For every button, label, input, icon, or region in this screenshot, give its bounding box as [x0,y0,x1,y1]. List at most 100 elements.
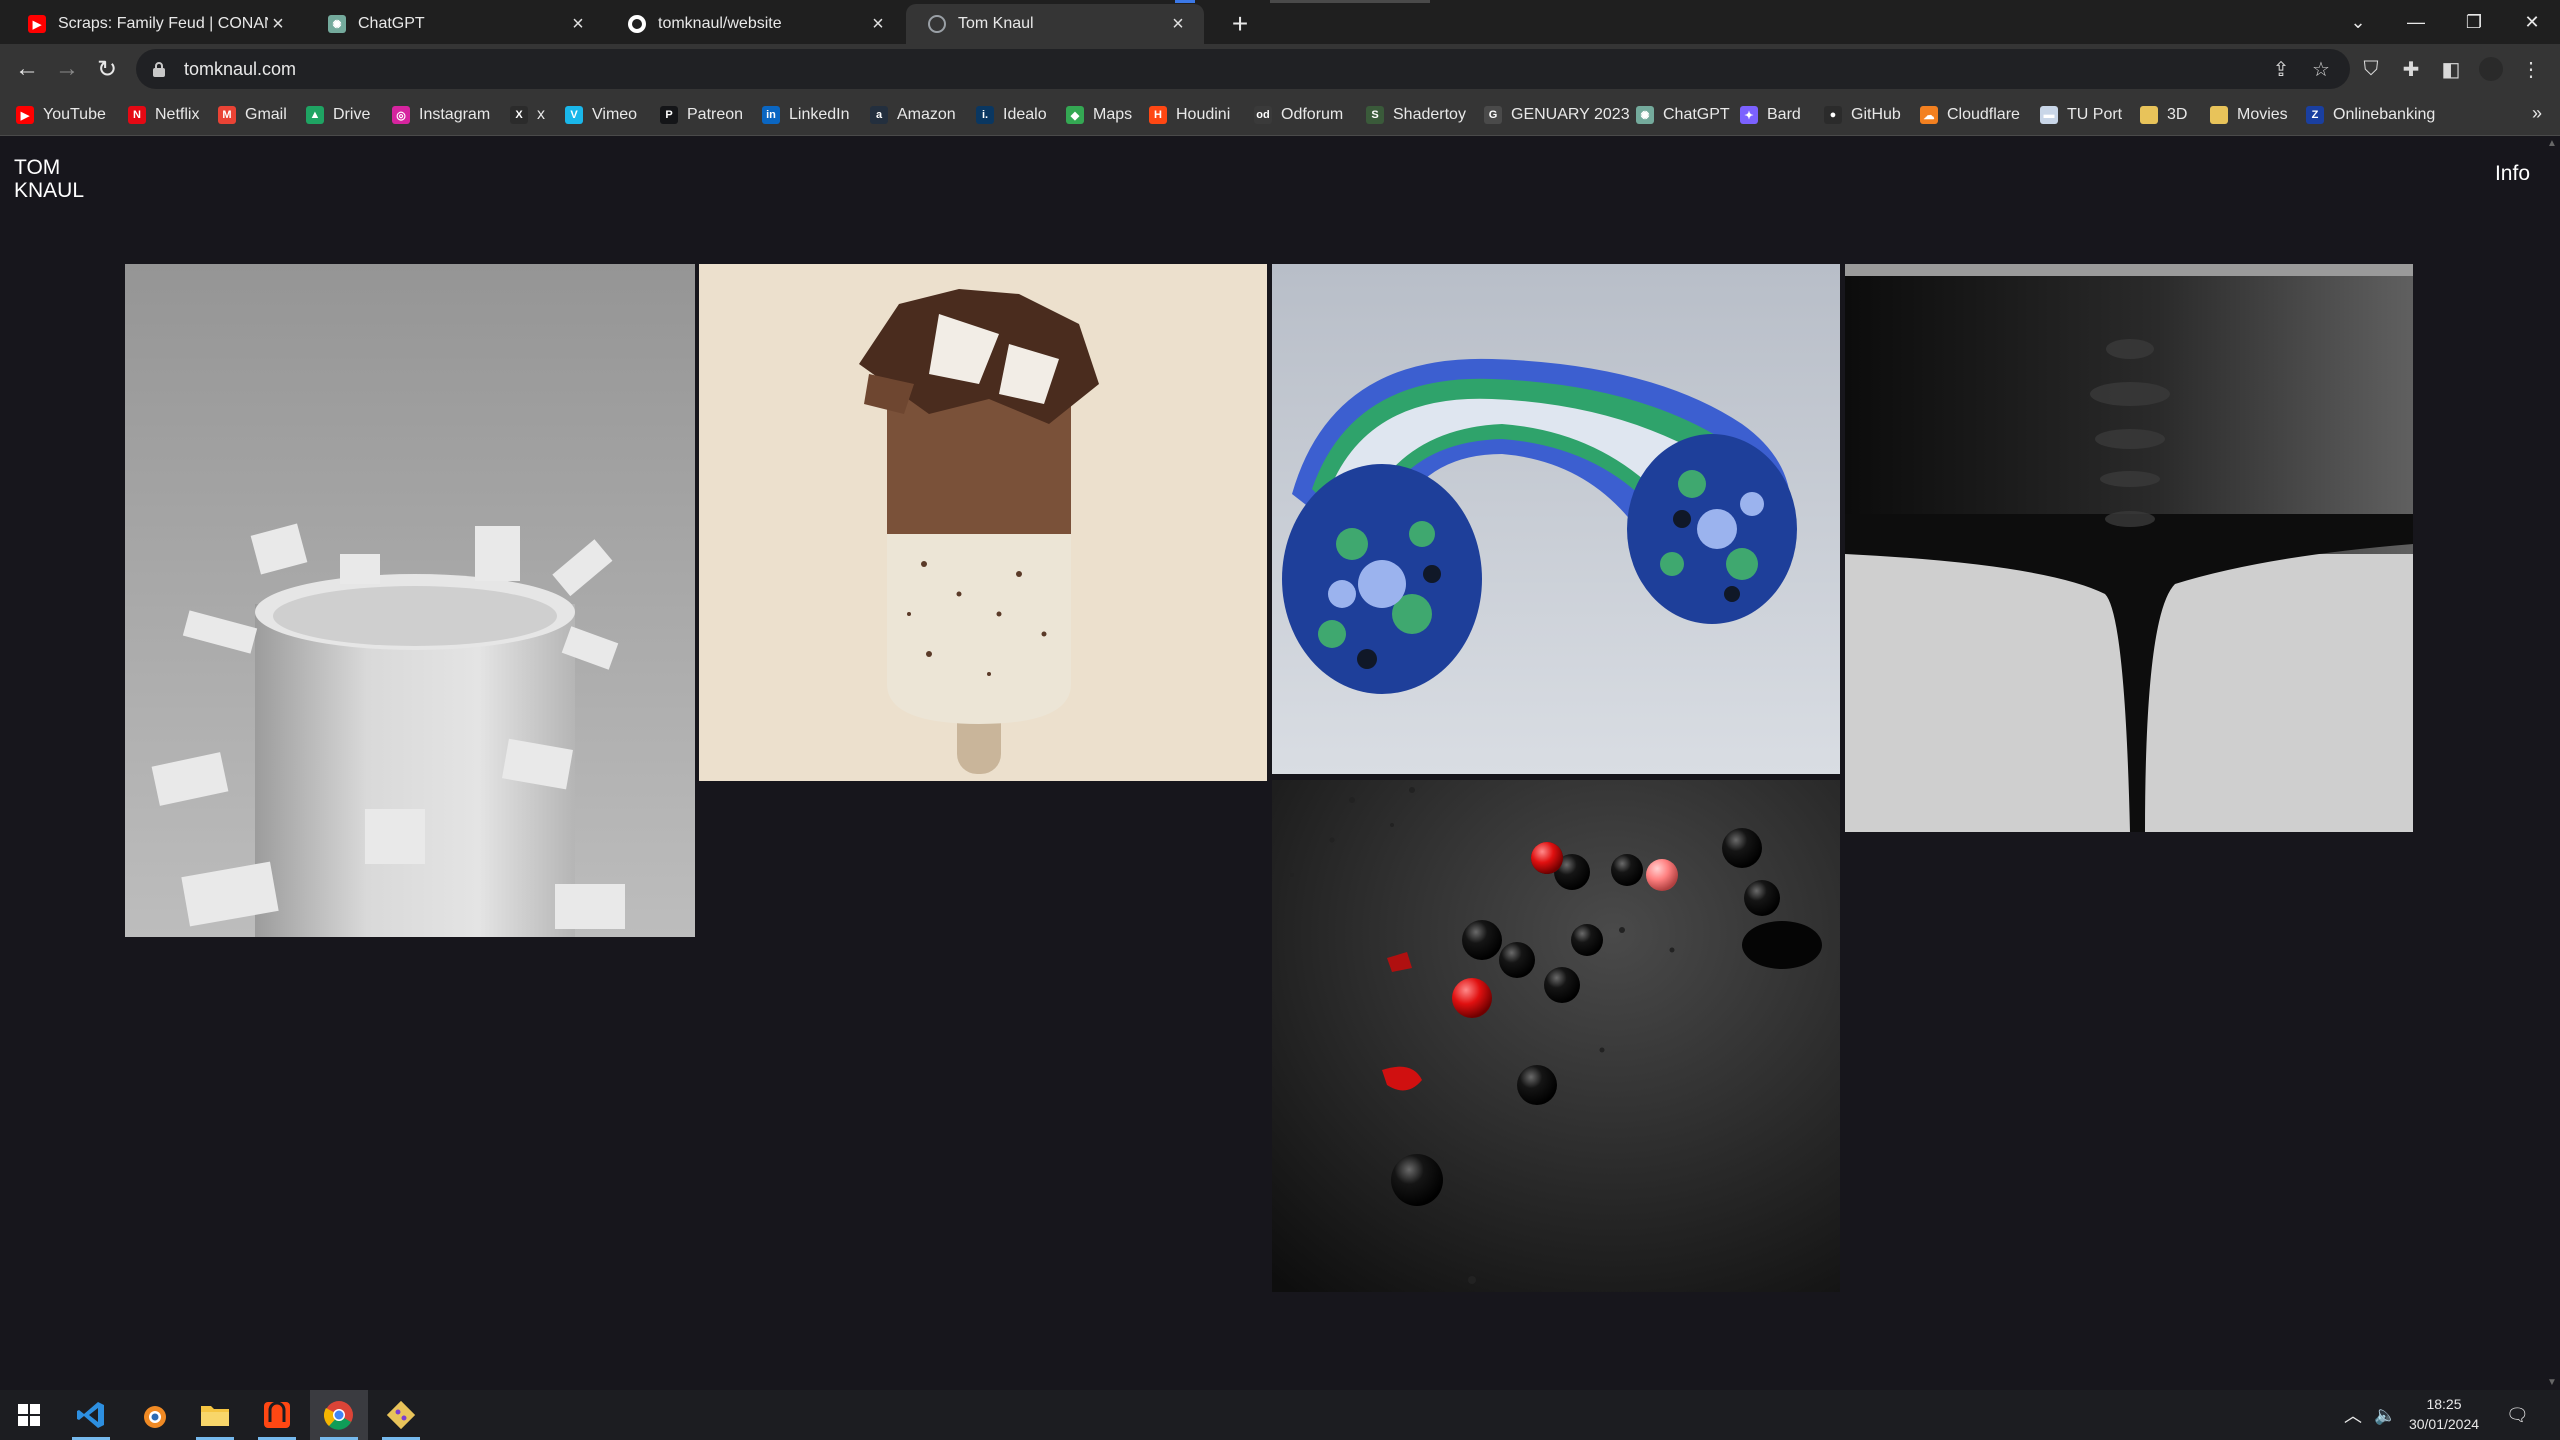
bookmark-tu-port[interactable]: ▬ TU Port [2040,103,2122,127]
forward-button[interactable]: → [50,52,84,86]
windows-start-icon[interactable] [0,1390,58,1440]
browser-toolbar: ← → ↻ tomknaul.com ⇪ ☆ ⛉ ✚ ◧ ⋮ [0,44,2560,94]
tab-loading-bar [1270,0,1430,3]
houdini-icon: H [1149,106,1167,124]
bitwarden-extension-icon[interactable]: ⛉ [2358,56,2384,82]
bookmark-label: Movies [2237,106,2288,123]
netflix-icon: N [128,106,146,124]
tray-overflow-icon[interactable]: ︿ [2344,1390,2362,1440]
site-logo[interactable]: TOM KNAUL [14,156,84,202]
bookmark-bard[interactable]: ✦ Bard [1740,103,1801,127]
extensions-icon[interactable]: ✚ [2398,56,2424,82]
bookmark-label: x [537,106,545,123]
amazon-icon: a [870,106,888,124]
reload-button[interactable]: ↻ [90,52,124,86]
bookmark-label: TU Port [2067,106,2123,123]
gallery-image-spheres[interactable] [1272,780,1840,1292]
tab-github[interactable]: tomknaul/website × [606,4,904,44]
page-scrollbar[interactable]: ▲ ▼ [2544,136,2560,1390]
tab-youtube[interactable]: ▶ Scraps: Family Feud | CONAN on × [6,4,304,44]
close-icon[interactable]: × [268,13,288,36]
close-icon[interactable]: × [1168,13,1188,36]
blender-icon[interactable] [124,1390,182,1440]
system-clock[interactable]: 18:25 30/01/2024 [2400,1394,2488,1434]
git-icon[interactable] [372,1390,430,1440]
bookmark-genuary-2023[interactable]: G GENUARY 2023 [1484,103,1630,127]
web-page: TOM KNAUL Info [0,136,2544,1390]
profile-avatar[interactable] [2478,56,2504,82]
side-panel-icon[interactable]: ◧ [2438,56,2464,82]
bookmark-label: Houdini [1176,106,1231,123]
bookmark-label: Odforum [1281,106,1344,123]
volume-icon[interactable]: 🔈 [2374,1390,2396,1440]
bookmark-label: Bard [1767,106,1801,123]
bookmark-3d[interactable]: 3D [2140,103,2187,127]
bookmark-idealo[interactable]: i. Idealo [976,103,1047,127]
minimize-button[interactable]: — [2388,0,2444,44]
menu-icon[interactable]: ⋮ [2518,56,2544,82]
bookmark-shadertoy[interactable]: S Shadertoy [1366,103,1466,127]
address-bar[interactable]: tomknaul.com [136,49,2350,89]
bookmark-label: Cloudflare [1947,106,2020,123]
bookmark-label: Patreon [687,106,744,123]
bookmark-star-icon[interactable]: ☆ [2308,56,2334,82]
bookmark-patreon[interactable]: P Patreon [660,103,743,127]
houdini-icon[interactable] [248,1390,306,1440]
tab-tom-knaul[interactable]: Tom Knaul × [906,4,1204,44]
bookmark-github[interactable]: ● GitHub [1824,103,1901,127]
globe-icon [928,15,946,33]
bookmark-netflix[interactable]: N Netflix [128,103,199,127]
bookmark-instagram[interactable]: ◎ Instagram [392,103,490,127]
bookmark-chatgpt[interactable]: ✺ ChatGPT [1636,103,1730,127]
chatgpt-icon: ✺ [328,15,346,33]
bookmark-houdini[interactable]: H Houdini [1149,103,1230,127]
notifications-icon[interactable]: 🗨 [2506,1390,2529,1440]
chatgpt-icon: ✺ [1636,106,1654,124]
back-button[interactable]: ← [10,52,44,86]
tab-strip: ▶ Scraps: Family Feud | CONAN on × ✺ Cha… [0,0,2560,44]
close-icon[interactable]: × [568,13,588,36]
bookmark-gmail[interactable]: M Gmail [218,103,287,127]
bookmark-movies[interactable]: Movies [2210,103,2288,127]
tab-title: Scraps: Family Feud | CONAN on [58,15,268,32]
tab-title: Tom Knaul [958,15,1034,32]
bookmark-label: Gmail [245,106,287,123]
gallery-image-black-liquid[interactable] [1845,264,2413,832]
bookmarks-overflow-icon[interactable]: » [2532,103,2542,124]
bookmark-drive[interactable]: ▲ Drive [306,103,370,127]
bookmark-maps[interactable]: ◆ Maps [1066,103,1132,127]
bard-icon: ✦ [1740,106,1758,124]
bookmark-linkedin[interactable]: in LinkedIn [762,103,850,127]
linkedin-icon: in [762,106,780,124]
logo-line-2: KNAUL [14,179,85,202]
bookmark-youtube[interactable]: ▶ YouTube [16,103,106,127]
bookmark-label: Vimeo [592,106,638,123]
share-icon[interactable]: ⇪ [2268,56,2294,82]
close-window-button[interactable]: ✕ [2504,0,2560,44]
bookmark-x[interactable]: Xx [510,103,545,127]
bookmark-onlinebanking[interactable]: Z Onlinebanking [2306,103,2435,127]
tab-chatgpt[interactable]: ✺ ChatGPT × [306,4,604,44]
close-icon[interactable]: × [868,13,888,36]
bookmark-label: Amazon [897,106,956,123]
restore-button[interactable]: ❐ [2446,0,2502,44]
x-icon: X [510,106,528,124]
bookmark-cloudflare[interactable]: ☁ Cloudflare [1920,103,2020,127]
bookmark-amazon[interactable]: a Amazon [870,103,956,127]
vimeo-icon: V [565,106,583,124]
file-explorer-icon[interactable] [186,1390,244,1440]
vscode-icon[interactable] [62,1390,120,1440]
bookmark-vimeo[interactable]: V Vimeo [565,103,637,127]
bookmark-odforum[interactable]: od Odforum [1254,103,1343,127]
info-link[interactable]: Info [2495,162,2530,186]
gallery-image-puzzle-cylinder[interactable] [125,264,695,937]
gallery-image-spiral-sculpture[interactable] [1272,264,1840,774]
gallery-image-ice-cream[interactable] [699,264,1267,781]
url-text: tomknaul.com [184,58,297,79]
chrome-icon[interactable] [310,1390,368,1440]
lock-icon [153,62,165,77]
odforum-icon: od [1254,106,1272,124]
logo-line-1: TOM [14,156,61,179]
new-tab-button[interactable]: + [1222,6,1258,42]
tab-search-icon[interactable]: ⌄ [2330,0,2386,44]
